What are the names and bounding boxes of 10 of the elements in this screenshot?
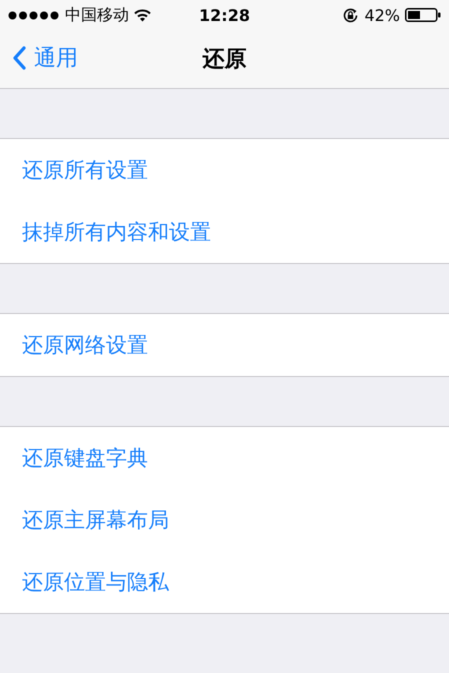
back-button[interactable]: 通用 — [12, 43, 78, 73]
rotation-lock-icon — [342, 6, 360, 24]
status-time: 12:28 — [199, 6, 250, 24]
carrier-name: 中国移动 — [65, 4, 129, 26]
wifi-icon — [134, 8, 151, 22]
signal-icon — [8, 10, 60, 20]
battery-percent: 42% — [364, 6, 400, 24]
chevron-left-icon — [12, 46, 26, 70]
battery-icon — [405, 8, 441, 22]
page-title: 还原 — [202, 46, 246, 74]
